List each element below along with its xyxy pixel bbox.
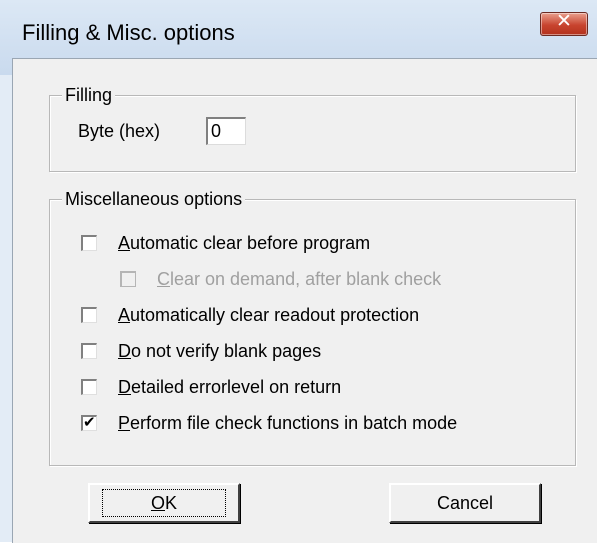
checkbox-checked[interactable]: ✔: [81, 413, 97, 431]
byte-hex-input[interactable]: [206, 117, 246, 145]
option-label: Automatically clear readout protection: [118, 305, 420, 325]
option-label: Automatic clear before program: [118, 233, 371, 253]
checkbox[interactable]: [81, 235, 97, 251]
close-button[interactable]: ✕: [540, 10, 588, 36]
cancel-button-label: Cancel: [436, 492, 494, 513]
dialog-title: Filling & Misc. options: [22, 20, 235, 45]
checkbox[interactable]: [81, 307, 97, 323]
checkbox[interactable]: [120, 271, 136, 287]
option-perform-file-check-batch-mode[interactable]: ✔ Perform file check functions in batch …: [81, 412, 457, 434]
option-automatically-clear-readout-protection[interactable]: Automatically clear readout protection: [81, 304, 419, 326]
ok-button-label: OK: [101, 489, 227, 517]
option-automatic-clear-before-program[interactable]: Automatic clear before program: [81, 232, 370, 254]
close-icon: ✕: [556, 10, 572, 32]
checkbox[interactable]: [81, 343, 97, 359]
ok-button[interactable]: OK: [88, 483, 240, 523]
options-dialog: Filling & Misc. options ✕ Filling Byte (…: [0, 0, 597, 543]
filling-group-legend: Filling: [62, 84, 116, 106]
option-detailed-errorlevel-on-return[interactable]: Detailed errorlevel on return: [81, 376, 341, 398]
misc-options-group: Miscellaneous options Automatic clear be…: [49, 188, 576, 466]
option-do-not-verify-blank-pages[interactable]: Do not verify blank pages: [81, 340, 321, 362]
option-label: Perform file check functions in batch mo…: [118, 413, 458, 433]
option-clear-on-demand[interactable]: Clear on demand, after blank check: [120, 268, 441, 290]
checkmark-icon: ✔: [83, 413, 96, 431]
byte-hex-label: Byte (hex): [78, 121, 161, 141]
checkbox[interactable]: [81, 379, 97, 395]
dialog-client-area: Filling Byte (hex) Miscellaneous options…: [12, 58, 597, 543]
option-label: Clear on demand, after blank check: [157, 269, 442, 289]
filling-group: Filling Byte (hex): [49, 84, 576, 172]
option-label: Do not verify blank pages: [118, 341, 322, 361]
cancel-button[interactable]: Cancel: [389, 483, 541, 523]
misc-options-legend: Miscellaneous options: [62, 188, 246, 210]
option-label: Detailed errorlevel on return: [118, 377, 342, 397]
